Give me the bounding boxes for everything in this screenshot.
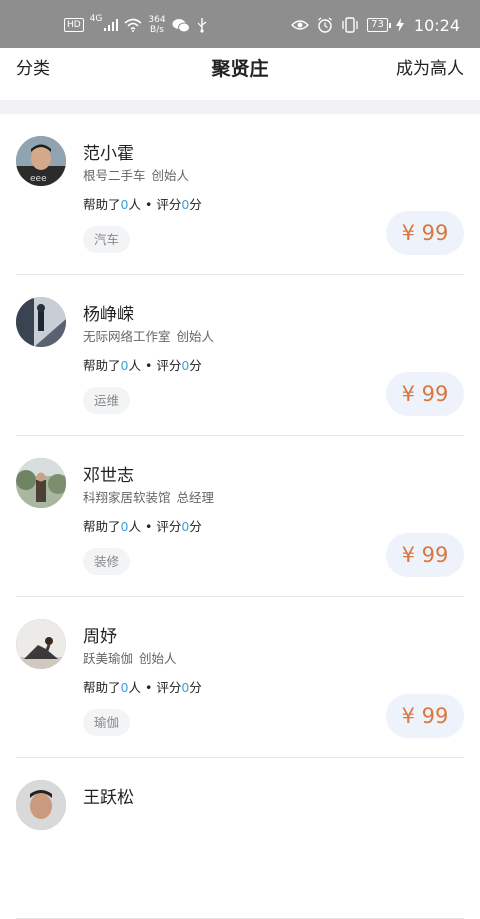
help-prefix: 帮助了 bbox=[83, 519, 121, 534]
help-prefix: 帮助了 bbox=[83, 358, 121, 373]
help-prefix: 帮助了 bbox=[83, 197, 121, 212]
company-name: 跃美瑜伽 bbox=[83, 651, 134, 666]
company-name: 根号二手车 bbox=[83, 168, 146, 183]
signal-icon bbox=[104, 19, 119, 31]
expert-card[interactable]: eee 范小霍 根号二手车 创始人 帮助了0人 • 评分0分 汽车 ¥ 99 bbox=[16, 114, 464, 275]
expert-card[interactable]: 王跃松 bbox=[16, 758, 464, 919]
category-tag[interactable]: 运维 bbox=[83, 387, 131, 414]
expert-stats: 帮助了0人 • 评分0分 bbox=[83, 197, 202, 212]
avatar[interactable] bbox=[16, 780, 66, 830]
score-prefix: 评分 bbox=[156, 519, 182, 534]
alarm-icon bbox=[317, 17, 333, 33]
help-unit: 人 bbox=[128, 197, 141, 212]
app-header: 分类 聚贤庄 成为高人 bbox=[0, 48, 480, 100]
job-role: 创始人 bbox=[151, 168, 190, 183]
avatar[interactable] bbox=[16, 297, 66, 347]
help-prefix: 帮助了 bbox=[83, 680, 121, 695]
expert-card[interactable]: 邓世志 科翔家居软装馆 总经理 帮助了0人 • 评分0分 装修 ¥ 99 bbox=[16, 436, 464, 597]
status-bar: HD 4G 364 B/s 73 10:24 bbox=[0, 0, 480, 48]
price-button[interactable]: ¥ 99 bbox=[386, 533, 464, 577]
expert-name: 王跃松 bbox=[83, 788, 134, 808]
price-button[interactable]: ¥ 99 bbox=[386, 211, 464, 255]
battery-indicator: 73 bbox=[367, 18, 391, 32]
eye-icon bbox=[291, 19, 310, 31]
expert-affiliation: 无际网络工作室 创始人 bbox=[83, 326, 214, 345]
job-role: 总经理 bbox=[176, 490, 215, 505]
expert-name: 周妤 bbox=[83, 627, 117, 647]
expert-affiliation: 根号二手车 创始人 bbox=[83, 165, 189, 184]
speed-value: 364 bbox=[148, 15, 166, 25]
help-unit: 人 bbox=[128, 519, 141, 534]
score-unit: 分 bbox=[189, 358, 202, 373]
expert-list: eee 范小霍 根号二手车 创始人 帮助了0人 • 评分0分 汽车 ¥ 99 杨峥… bbox=[0, 114, 480, 919]
become-expert-button[interactable]: 成为高人 bbox=[396, 54, 464, 79]
header-divider bbox=[0, 100, 480, 114]
company-name: 科翔家居软装馆 bbox=[83, 490, 171, 505]
charging-icon bbox=[395, 18, 404, 32]
avatar[interactable]: eee bbox=[16, 136, 66, 186]
expert-card[interactable]: 周妤 跃美瑜伽 创始人 帮助了0人 • 评分0分 瑜伽 ¥ 99 bbox=[16, 597, 464, 758]
expert-name: 邓世志 bbox=[83, 466, 134, 486]
expert-stats: 帮助了0人 • 评分0分 bbox=[83, 519, 202, 534]
job-role: 创始人 bbox=[139, 651, 177, 666]
price-button[interactable]: ¥ 99 bbox=[386, 694, 464, 738]
expert-card[interactable]: 杨峥嵘 无际网络工作室 创始人 帮助了0人 • 评分0分 运维 ¥ 99 bbox=[16, 275, 464, 436]
clock: 10:24 bbox=[413, 15, 460, 35]
usb-icon bbox=[196, 17, 208, 33]
score-prefix: 评分 bbox=[156, 358, 182, 373]
expert-affiliation: 科翔家居软装馆 总经理 bbox=[83, 487, 214, 506]
network-speed: 364 B/s bbox=[148, 15, 165, 35]
expert-name: 范小霍 bbox=[83, 144, 134, 164]
expert-affiliation: 跃美瑜伽 创始人 bbox=[83, 648, 177, 667]
help-unit: 人 bbox=[128, 358, 141, 373]
wifi-icon bbox=[124, 18, 142, 32]
avatar[interactable] bbox=[16, 458, 66, 508]
category-tag[interactable]: 瑜伽 bbox=[83, 709, 131, 736]
category-tag[interactable]: 装修 bbox=[83, 548, 131, 575]
expert-stats: 帮助了0人 • 评分0分 bbox=[83, 680, 202, 695]
score-unit: 分 bbox=[189, 197, 202, 212]
hd-badge: HD bbox=[64, 18, 84, 32]
score-prefix: 评分 bbox=[156, 197, 182, 212]
help-unit: 人 bbox=[128, 680, 141, 695]
avatar[interactable] bbox=[16, 619, 66, 669]
status-right: 73 10:24 bbox=[291, 14, 460, 36]
expert-stats: 帮助了0人 • 评分0分 bbox=[83, 358, 202, 373]
company-name: 无际网络工作室 bbox=[83, 329, 171, 344]
expert-name: 杨峥嵘 bbox=[83, 305, 134, 325]
score-unit: 分 bbox=[189, 680, 202, 695]
status-left: HD 4G 364 B/s bbox=[64, 14, 208, 36]
score-prefix: 评分 bbox=[156, 680, 182, 695]
vibrate-icon bbox=[341, 17, 359, 33]
category-tag[interactable]: 汽车 bbox=[83, 226, 131, 253]
price-button[interactable]: ¥ 99 bbox=[386, 372, 464, 416]
job-role: 创始人 bbox=[176, 329, 215, 344]
wechat-icon bbox=[172, 18, 190, 33]
score-unit: 分 bbox=[189, 519, 202, 534]
speed-unit: B/s bbox=[150, 25, 164, 35]
svg-text:eee: eee bbox=[30, 174, 47, 184]
network-type: 4G bbox=[89, 14, 103, 24]
